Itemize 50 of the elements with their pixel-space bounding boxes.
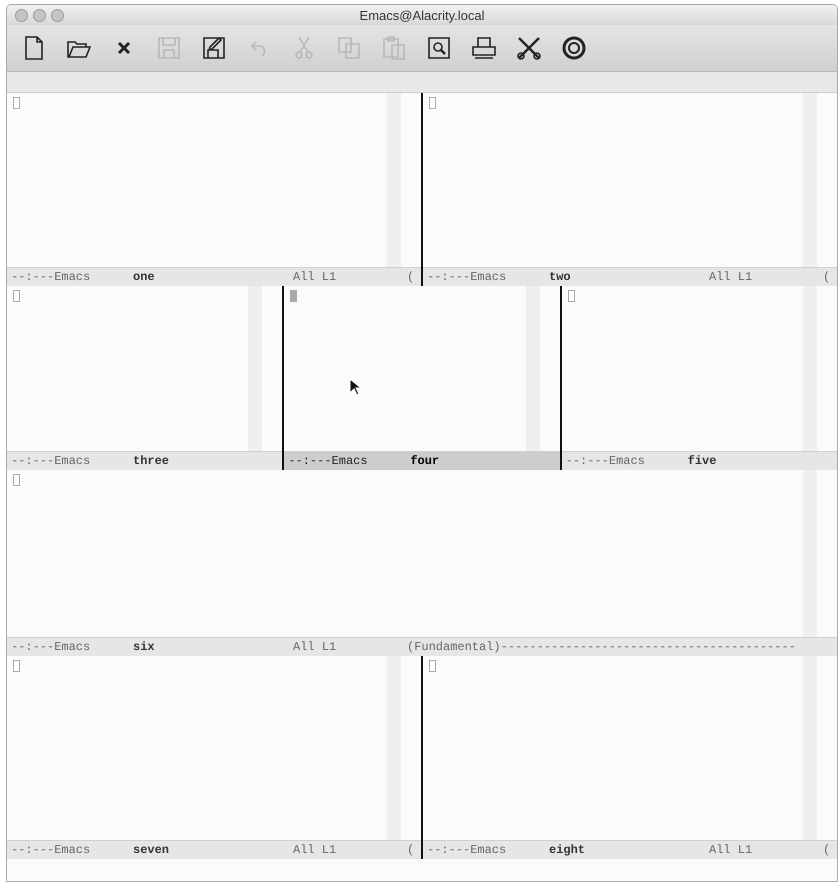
floppy-pencil-icon[interactable] — [201, 35, 227, 61]
scroll-bar[interactable] — [387, 656, 401, 840]
buffer-name: six — [133, 640, 156, 654]
buffer-name: two — [549, 270, 572, 284]
mode-line-status: --:---Emacs — [11, 454, 92, 468]
mode-line-status: --:---Emacs — [566, 454, 646, 468]
text-area[interactable] — [7, 656, 421, 840]
major-mode: ( — [407, 270, 414, 284]
scroll-bar[interactable] — [526, 286, 540, 451]
buffer-name: five — [688, 454, 718, 468]
mode-line-status: --:---Emacs — [288, 454, 369, 468]
line-position: All L1 — [293, 843, 338, 857]
mode-line-status: --:---Emacs — [11, 270, 92, 284]
mode-line-status: --:---Emacs — [11, 640, 92, 654]
major-mode: ( — [823, 270, 830, 284]
close-window-button[interactable] — [15, 8, 28, 22]
printer-icon[interactable] — [471, 35, 497, 61]
line-position: All L1 — [293, 270, 338, 284]
scroll-bar[interactable] — [803, 470, 817, 637]
scroll-bar[interactable] — [803, 656, 817, 840]
mode-line-status: --:---Emacs — [427, 843, 508, 857]
text-area[interactable] — [7, 470, 837, 637]
major-mode: ( — [823, 843, 830, 857]
scroll-bar[interactable] — [387, 93, 401, 267]
buffer-name: four — [410, 454, 440, 468]
scroll-bar[interactable] — [248, 286, 262, 451]
text-area[interactable] — [423, 93, 837, 267]
buffer-name: seven — [133, 843, 170, 857]
mouse-pointer-icon — [349, 378, 362, 396]
text-area[interactable] — [7, 93, 421, 267]
magnifier-page-icon[interactable] — [426, 35, 452, 61]
line-position: All L1 — [709, 270, 754, 284]
line-position: All L1 — [293, 640, 338, 654]
text-area[interactable] — [423, 656, 837, 840]
mode-line-status: --:---Emacs — [11, 843, 92, 857]
text-area[interactable] — [284, 286, 560, 451]
text-area[interactable] — [7, 286, 282, 451]
mode-line-status: --:---Emacs — [427, 270, 508, 284]
major-mode: (Fundamental)----------------------------------------- — [407, 640, 796, 654]
buffer-name: three — [133, 454, 170, 468]
major-mode: ( — [407, 843, 414, 857]
buffer-name: one — [133, 270, 156, 284]
window-title: Emacs@Alacrity.local — [360, 8, 484, 22]
scroll-bar[interactable] — [803, 93, 817, 267]
buffer-name: eight — [549, 843, 586, 857]
text-area[interactable] — [562, 286, 837, 451]
minimize-window-button[interactable] — [33, 8, 46, 22]
line-position: All L1 — [709, 843, 754, 857]
zoom-window-button[interactable] — [51, 8, 64, 22]
scroll-bar[interactable] — [802, 286, 817, 451]
